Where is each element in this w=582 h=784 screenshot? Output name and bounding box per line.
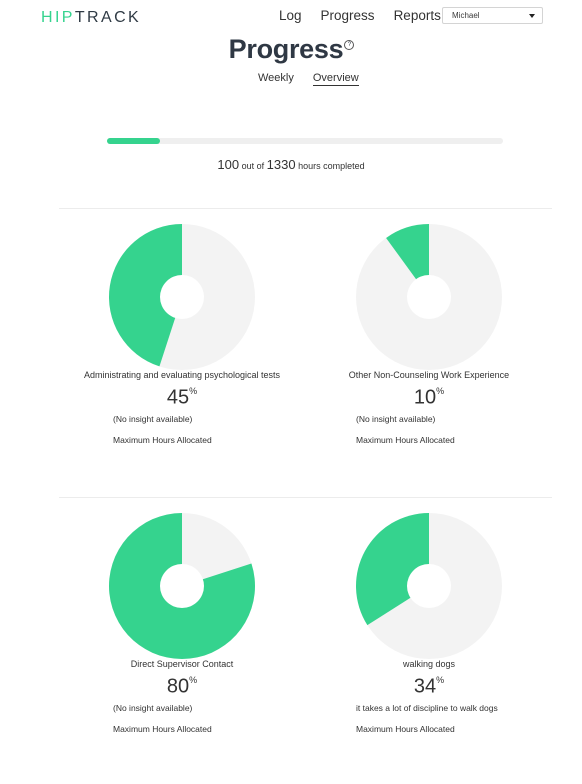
percent-sign: % (436, 386, 445, 396)
category-insight: (No insight available) (113, 702, 193, 713)
percent-value: 80 (166, 675, 190, 698)
logo-accent-text: HIP (41, 9, 75, 26)
logo-text: TRACK (74, 9, 142, 26)
donut-chart (108, 513, 255, 659)
category-name: Other Non-Counseling Work Experience (348, 370, 510, 380)
percent-sign: % (436, 675, 445, 685)
progress-summary: 100 out of 1330 hours completed (0, 157, 582, 172)
donut-hole (160, 564, 204, 608)
tab-weekly[interactable]: Weekly (258, 72, 294, 86)
percent-value: 34 (413, 675, 437, 698)
category-insight: (No insight available) (113, 413, 193, 424)
category-card: walking dogs 34% it takes a lot of disci… (304, 513, 554, 734)
category-name: Direct Supervisor Contact (130, 659, 234, 669)
category-card: Other Non-Counseling Work Experience 10%… (304, 224, 554, 445)
hours-completed: 100 (217, 157, 240, 172)
category-insight: it takes a lot of discipline to walk dog… (356, 702, 498, 713)
page-title: Progress? (0, 34, 582, 65)
overall-progress-bar (107, 138, 503, 144)
hours-of-label: out of (241, 161, 265, 171)
max-hours-label: Maximum Hours Allocated (113, 723, 212, 734)
category-card: Administrating and evaluating psychologi… (57, 224, 307, 445)
percent-sign: % (189, 675, 198, 685)
category-insight: (No insight available) (356, 413, 436, 424)
category-percent: 10% (304, 382, 554, 409)
help-icon[interactable]: ? (344, 40, 355, 50)
percent-sign: % (189, 386, 198, 396)
user-select-value: Michael (452, 11, 480, 20)
max-hours-label: Maximum Hours Allocated (356, 434, 455, 445)
category-percent: 80% (57, 671, 307, 698)
category-card: Direct Supervisor Contact 80% (No insigh… (57, 513, 307, 734)
page-title-text: Progress (228, 34, 344, 64)
hours-suffix: hours completed (298, 161, 365, 171)
main-nav: Log Progress Reports (279, 8, 460, 23)
chevron-down-icon (529, 14, 535, 18)
nav-link-reports[interactable]: Reports (394, 8, 441, 23)
percent-value: 45 (166, 386, 190, 409)
donut-chart (356, 513, 502, 659)
donut-hole (407, 275, 451, 319)
tab-overview[interactable]: Overview (312, 72, 359, 86)
progress-page: HIPTRACK Log Progress Reports Michael Pr… (0, 0, 582, 784)
hours-total: 1330 (266, 157, 296, 172)
app-logo[interactable]: HIPTRACK (41, 9, 141, 27)
donut-chart (109, 224, 255, 370)
overall-progress-fill (107, 138, 160, 144)
category-name: walking dogs (402, 659, 456, 669)
donut-hole (407, 564, 451, 608)
percent-value: 10 (413, 386, 437, 409)
donut-chart (356, 224, 502, 370)
category-percent: 34% (304, 671, 554, 698)
user-select[interactable]: Michael (442, 7, 543, 24)
donut-hole (160, 275, 204, 319)
category-percent: 45% (57, 382, 307, 409)
max-hours-label: Maximum Hours Allocated (356, 723, 455, 734)
category-name: Administrating and evaluating psychologi… (83, 370, 281, 380)
max-hours-label: Maximum Hours Allocated (113, 434, 212, 445)
divider (59, 497, 552, 498)
divider (59, 208, 552, 209)
nav-link-log[interactable]: Log (279, 8, 302, 23)
view-tabs: Weekly Overview (258, 72, 359, 86)
nav-link-progress[interactable]: Progress (321, 8, 375, 23)
